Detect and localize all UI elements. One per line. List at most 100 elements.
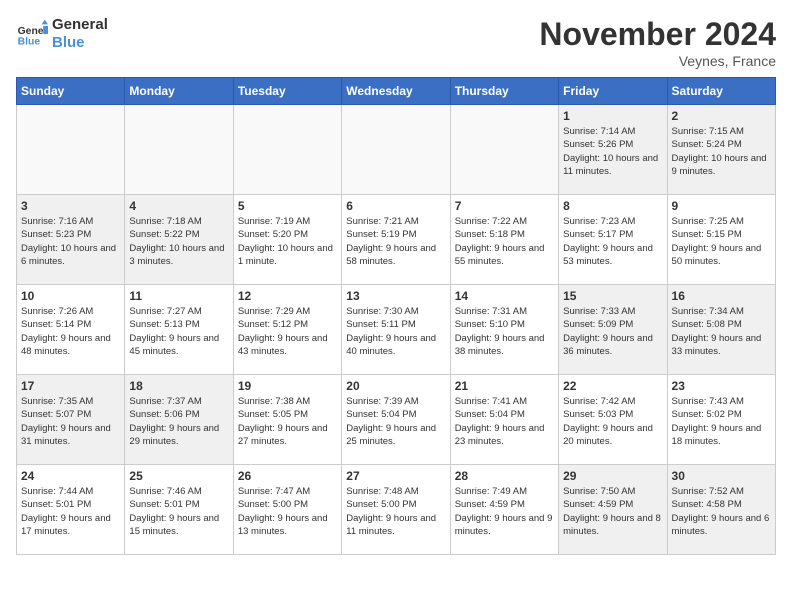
day-info: Sunrise: 7:39 AM Sunset: 5:04 PM Daylight:… bbox=[346, 395, 445, 448]
day-info: Sunrise: 7:38 AMSunset: 5:05 PMDaylight:… bbox=[238, 395, 337, 448]
day-number: 10 bbox=[21, 289, 120, 303]
day-number: 18 bbox=[129, 379, 228, 393]
day-info: Sunrise: 7:43 AMSunset: 5:02 PMDaylight:… bbox=[672, 395, 771, 448]
daylight-text: Daylight: 9 hours and 13 minutes. bbox=[238, 513, 328, 537]
weekday-header-row: SundayMondayTuesdayWednesdayThursdayFrid… bbox=[17, 78, 776, 105]
sunset-text: Sunset: 5:07 PM bbox=[21, 409, 91, 420]
sunrise-text: Sunrise: 7:47 AM bbox=[238, 486, 310, 497]
day-number: 19 bbox=[238, 379, 337, 393]
calendar-day-cell: 9Sunrise: 7:25 AMSunset: 5:15 PMDaylight… bbox=[667, 195, 775, 285]
sunrise-text: Sunrise: 7:52 AM bbox=[672, 486, 744, 497]
sunset-text: Sunset: 5:23 PM bbox=[21, 229, 91, 240]
day-number: 22 bbox=[563, 379, 662, 393]
calendar-day-cell bbox=[125, 105, 233, 195]
sunset-text: Sunset: 5:04 PM bbox=[346, 409, 416, 420]
sunrise-text: Sunrise: 7:44 AM bbox=[21, 486, 93, 497]
day-number: 7 bbox=[455, 199, 554, 213]
daylight-text: Daylight: 9 hours and 11 minutes. bbox=[346, 513, 436, 537]
calendar-day-cell bbox=[17, 105, 125, 195]
daylight-text: Daylight: 9 hours and 29 minutes. bbox=[129, 423, 219, 447]
sunset-text: Sunset: 5:10 PM bbox=[455, 319, 525, 330]
daylight-text: Daylight: 9 hours and 36 minutes. bbox=[563, 333, 653, 357]
daylight-text: Daylight: 9 hours and 8 minutes. bbox=[563, 513, 661, 537]
sunrise-text: Sunrise: 7:25 AM bbox=[672, 216, 744, 227]
sunset-text: Sunset: 5:17 PM bbox=[563, 229, 633, 240]
daylight-text: Daylight: 9 hours and 18 minutes. bbox=[672, 423, 762, 447]
sunset-text: Sunset: 5:03 PM bbox=[563, 409, 633, 420]
calendar-week-row: 17 Sunrise: 7:35 AM Sunset: 5:07 PM Dayligh… bbox=[17, 375, 776, 465]
day-number: 11 bbox=[129, 289, 228, 303]
sunrise-text: Sunrise: 7:38 AM bbox=[238, 396, 310, 407]
sunrise-text: Sunrise: 7:33 AM bbox=[563, 306, 635, 317]
sunrise-text: Sunrise: 7:39 AM bbox=[346, 396, 418, 407]
day-info: Sunrise: 7:27 AMSunset: 5:13 PMDaylight:… bbox=[129, 305, 228, 358]
daylight-text: Daylight: 9 hours and 23 minutes. bbox=[455, 423, 545, 447]
calendar-day-cell: 27Sunrise: 7:48 AMSunset: 5:00 PMDayligh… bbox=[342, 465, 450, 555]
day-info: Sunrise: 7:31 AMSunset: 5:10 PMDaylight:… bbox=[455, 305, 554, 358]
calendar-day-cell: 28Sunrise: 7:49 AMSunset: 4:59 PMDayligh… bbox=[450, 465, 558, 555]
day-info: Sunrise: 7:26 AMSunset: 5:14 PMDaylight:… bbox=[21, 305, 120, 358]
day-info: Sunrise: 7:44 AMSunset: 5:01 PMDaylight:… bbox=[21, 485, 120, 538]
day-info: Sunrise: 7:42 AMSunset: 5:03 PMDaylight:… bbox=[563, 395, 662, 448]
day-number: 1 bbox=[563, 109, 662, 123]
calendar-day-cell: 12Sunrise: 7:29 AMSunset: 5:12 PMDayligh… bbox=[233, 285, 341, 375]
day-info: Sunrise: 7:34 AMSunset: 5:08 PMDaylight:… bbox=[672, 305, 771, 358]
calendar-week-row: 24Sunrise: 7:44 AMSunset: 5:01 PMDayligh… bbox=[17, 465, 776, 555]
day-number: 13 bbox=[346, 289, 445, 303]
daylight-text: Daylight: 9 hours and 9 minutes. bbox=[455, 513, 553, 537]
sunset-text: Sunset: 5:02 PM bbox=[672, 409, 742, 420]
day-info: Sunrise: 7:16 AMSunset: 5:23 PMDaylight:… bbox=[21, 215, 120, 268]
sunrise-text: Sunrise: 7:22 AM bbox=[455, 216, 527, 227]
sunset-text: Sunset: 5:19 PM bbox=[346, 229, 416, 240]
daylight-text: Daylight: 9 hours and 17 minutes. bbox=[21, 513, 111, 537]
sunrise-text: Sunrise: 7:42 AM bbox=[563, 396, 635, 407]
weekday-header-tuesday: Tuesday bbox=[233, 78, 341, 105]
daylight-text: Daylight: 9 hours and 33 minutes. bbox=[672, 333, 762, 357]
day-number: 30 bbox=[672, 469, 771, 483]
month-title: November 2024 bbox=[539, 16, 776, 53]
sunrise-text: Sunrise: 7:35 AM bbox=[21, 396, 93, 407]
sunrise-text: Sunrise: 7:46 AM bbox=[129, 486, 201, 497]
calendar-day-cell: 26Sunrise: 7:47 AMSunset: 5:00 PMDayligh… bbox=[233, 465, 341, 555]
sunrise-text: Sunrise: 7:30 AM bbox=[346, 306, 418, 317]
sunrise-text: Sunrise: 7:41 AM bbox=[455, 396, 527, 407]
day-number: 21 bbox=[455, 379, 554, 393]
day-info: Sunrise: 7:48 AM Sunset: 5:00 PM Daylight:… bbox=[346, 485, 445, 538]
day-info: Sunrise: 7:50 AM Sunset: 4:59 PM Daylight:… bbox=[563, 485, 662, 538]
daylight-text: Daylight: 9 hours and 38 minutes. bbox=[455, 333, 545, 357]
day-number: 6 bbox=[346, 199, 445, 213]
daylight-text: Daylight: 9 hours and 40 minutes. bbox=[346, 333, 436, 357]
sunset-text: Sunset: 5:00 PM bbox=[346, 499, 416, 510]
weekday-header-friday: Friday bbox=[559, 78, 667, 105]
logo-blue-text: Blue bbox=[52, 34, 108, 52]
calendar-day-cell bbox=[233, 105, 341, 195]
daylight-text: Daylight: 9 hours and 15 minutes. bbox=[129, 513, 219, 537]
calendar-day-cell: 1Sunrise: 7:14 AMSunset: 5:26 PMDaylight… bbox=[559, 105, 667, 195]
calendar-day-cell: 30Sunrise: 7:52 AMSunset: 4:58 PMDayligh… bbox=[667, 465, 775, 555]
calendar-day-cell: 10 Sunrise: 7:26 AMSunset: 5:14 PMDayligh… bbox=[17, 285, 125, 375]
sunset-text: Sunset: 5:12 PM bbox=[238, 319, 308, 330]
calendar-day-cell: 14 Sunrise: 7:31 AMSunset: 5:10 PMDayligh… bbox=[450, 285, 558, 375]
calendar-day-cell: 18Sunrise: 7:37 AMSunset: 5:06 PMDayligh… bbox=[125, 375, 233, 465]
day-number: 17 bbox=[21, 379, 120, 393]
sunset-text: Sunset: 5:01 PM bbox=[129, 499, 199, 510]
day-info: Sunrise: 7:47 AMSunset: 5:00 PMDaylight:… bbox=[238, 485, 337, 538]
daylight-text: Daylight: 9 hours and 25 minutes. bbox=[346, 423, 436, 447]
day-number: 29 bbox=[563, 469, 662, 483]
calendar-day-cell: 29 Sunrise: 7:50 AM Sunset: 4:59 PM Dayligh… bbox=[559, 465, 667, 555]
sunset-text: Sunset: 4:59 PM bbox=[563, 499, 633, 510]
day-number: 4 bbox=[129, 199, 228, 213]
day-info: Sunrise: 7:41 AMSunset: 5:04 PMDaylight:… bbox=[455, 395, 554, 448]
calendar-day-cell: 21 Sunrise: 7:41 AMSunset: 5:04 PMDayligh… bbox=[450, 375, 558, 465]
sunset-text: Sunset: 5:11 PM bbox=[346, 319, 416, 330]
sunrise-text: Sunrise: 7:50 AM bbox=[563, 486, 635, 497]
calendar-day-cell: 2Sunrise: 7:15 AMSunset: 5:24 PMDaylight… bbox=[667, 105, 775, 195]
day-number: 14 bbox=[455, 289, 554, 303]
sunset-text: Sunset: 5:09 PM bbox=[563, 319, 633, 330]
sunrise-text: Sunrise: 7:48 AM bbox=[346, 486, 418, 497]
page-header: General Blue General Blue November 2024 … bbox=[16, 16, 776, 69]
day-info: Sunrise: 7:35 AMSunset: 5:07 PMDaylight:… bbox=[21, 395, 120, 448]
weekday-header-saturday: Saturday bbox=[667, 78, 775, 105]
sunset-text: Sunset: 5:24 PM bbox=[672, 139, 742, 150]
calendar-day-cell: 23Sunrise: 7:43 AMSunset: 5:02 PMDayligh… bbox=[667, 375, 775, 465]
